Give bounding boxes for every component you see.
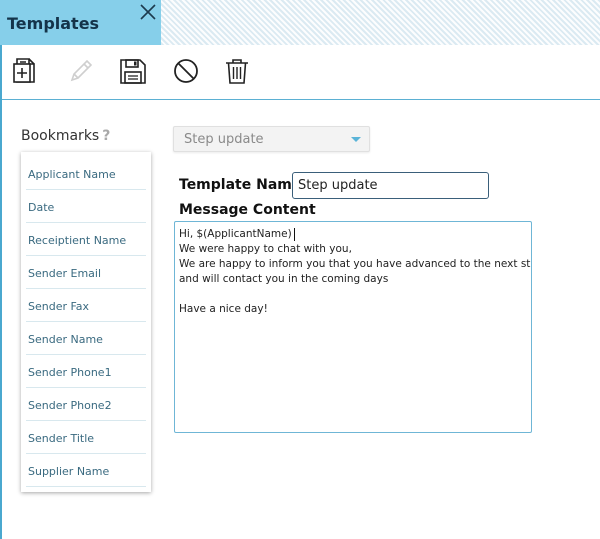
bookmark-item[interactable]: Receiptient Name [26,224,146,256]
message-line: We are happy to inform you that you have… [179,258,532,270]
prohibited-icon [174,59,198,83]
floppy-disk-icon [120,59,146,84]
bookmark-item[interactable]: Sender Title [26,422,146,454]
message-line [179,287,527,302]
message-line: and will contact you in the coming days [179,273,389,285]
template-name-label: Template Name [179,177,302,193]
delete-button[interactable] [223,56,251,86]
save-button[interactable] [119,56,147,86]
cancel-button[interactable] [172,56,200,86]
tab-title: Templates [7,14,100,33]
message-line: We were happy to chat with you, [179,243,352,255]
bookmark-item[interactable]: Sender Email [26,257,146,289]
chevron-down-icon [351,137,361,142]
bookmark-list: Applicant Name Date Receiptient Name Sen… [21,152,151,492]
message-content-label: Message Content [179,202,316,218]
edit-button[interactable] [66,56,94,86]
template-select-value: Step update [184,132,264,147]
bookmark-item[interactable]: Sender Name [26,323,146,355]
message-line-text: Hi, $(ApplicantName) [179,228,292,240]
message-line: Hi, $(ApplicantName) [179,227,527,242]
new-document-icon [13,58,35,83]
close-icon[interactable] [139,3,157,21]
template-select[interactable]: Step update [173,126,370,152]
bookmarks-heading: Bookmarks? [21,128,110,144]
message-line: Have a nice day! [179,303,268,315]
bookmark-item[interactable]: Applicant Name [26,158,146,190]
bookmark-item[interactable]: Date [26,191,146,223]
new-template-button[interactable] [12,56,40,86]
left-border [0,45,2,539]
bookmarks-title: Bookmarks [21,128,100,144]
template-name-input[interactable] [292,172,489,199]
tab-templates[interactable]: Templates [0,0,161,45]
trash-icon [226,59,248,84]
pencil-icon [70,59,93,82]
bookmark-item[interactable]: Sender Phone2 [26,389,146,421]
help-icon[interactable]: ? [102,128,110,144]
toolbar-separator [2,99,600,100]
bookmark-item[interactable]: Sender Phone1 [26,356,146,388]
text-cursor [293,227,295,241]
bookmark-item[interactable]: Sender Fax [26,290,146,322]
message-content-textarea[interactable]: Hi, $(ApplicantName) We were happy to ch… [174,221,532,433]
bookmark-item[interactable]: Supplier Name [26,455,146,487]
